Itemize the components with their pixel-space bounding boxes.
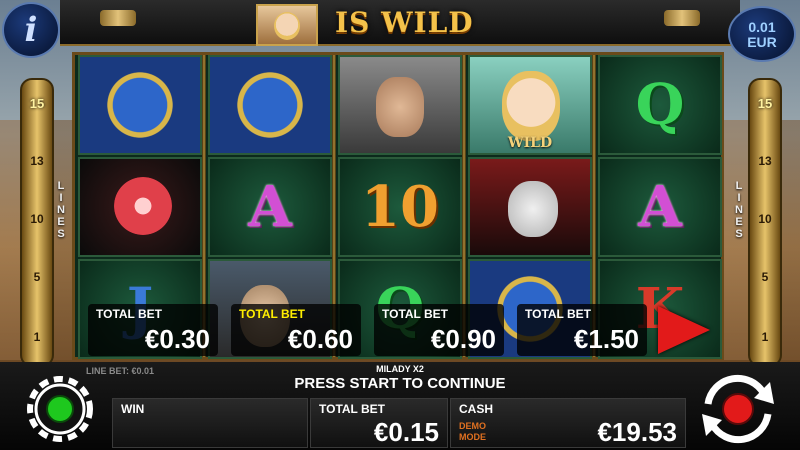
line-number[interactable]: 1	[22, 330, 52, 344]
rose-symbol	[78, 157, 202, 257]
trumpet-icon	[100, 10, 136, 26]
play-arrow-icon[interactable]	[658, 306, 710, 354]
info-button[interactable]: i	[2, 2, 60, 58]
jester-symbol	[468, 157, 592, 257]
cash-panel: CASH DEMO MODE €19.53	[450, 398, 686, 448]
total-bet-value: €0.15	[373, 417, 439, 447]
bet-option-label: TOTAL BET	[96, 307, 162, 321]
bet-option-value: €0.60	[287, 324, 353, 354]
bet-option-label: TOTAL BET	[525, 307, 591, 321]
demo-mode-badge: DEMO MODE	[459, 421, 486, 442]
line-number[interactable]: 1	[750, 330, 780, 344]
game-title: IS WILD	[335, 6, 474, 39]
bet-option-2[interactable]: TOTAL BET €0.90	[374, 304, 504, 356]
line-number[interactable]: 10	[22, 212, 52, 226]
lines-label: LINES	[735, 180, 743, 240]
bet-option-0[interactable]: TOTAL BET €0.30	[88, 304, 218, 356]
refresh-arrows-icon	[702, 374, 774, 444]
bet-option-1[interactable]: TOTAL BET €0.60	[231, 304, 361, 356]
lines-label: LINES	[57, 180, 65, 240]
total-bet-panel: TOTAL BET €0.15	[310, 398, 448, 448]
denomination-value: 0.01	[748, 19, 776, 35]
line-number[interactable]: 5	[22, 270, 52, 284]
horse-symbol	[208, 55, 332, 155]
line-number[interactable]: 15	[22, 96, 52, 111]
spin-button[interactable]	[690, 370, 786, 448]
bet-option-label: TOTAL BET	[382, 307, 448, 321]
line-number[interactable]: 10	[750, 212, 780, 226]
card-q-symbol: Q	[598, 55, 722, 155]
total-bet-label: TOTAL BET	[319, 402, 385, 416]
bet-option-value: €1.50	[573, 324, 639, 354]
wild-lady-symbol: WILD	[468, 55, 592, 155]
denomination-currency: EUR	[747, 34, 777, 50]
settings-button[interactable]	[20, 370, 100, 448]
info-icon: i	[24, 10, 38, 50]
card-10-symbol: 10	[338, 157, 462, 257]
knight-symbol	[338, 55, 462, 155]
wild-portrait-icon	[256, 4, 318, 46]
line-number[interactable]: 5	[750, 270, 780, 284]
horse-symbol	[78, 55, 202, 155]
win-panel: WIN	[112, 398, 308, 448]
trumpet-icon	[664, 10, 700, 26]
lines-indicator-right: 15 13 10 5 1	[748, 78, 782, 367]
bet-option-value: €0.90	[430, 324, 496, 354]
gear-icon	[27, 376, 93, 442]
card-a-symbol: A	[208, 157, 332, 257]
bet-option-value: €0.30	[144, 324, 210, 354]
bet-option-label: TOTAL BET	[239, 307, 305, 321]
card-a-symbol: A	[598, 157, 722, 257]
feature-name: MILADY X2	[376, 364, 424, 374]
lines-indicator-left: 15 13 10 5 1	[20, 78, 54, 367]
bet-option-3[interactable]: TOTAL BET €1.50	[517, 304, 647, 356]
cash-value: €19.53	[597, 417, 677, 447]
line-number[interactable]: 13	[750, 154, 780, 168]
status-message: PRESS START TO CONTINUE	[294, 375, 506, 392]
denomination-button[interactable]: 0.01 EUR	[728, 6, 796, 62]
cash-label: CASH	[459, 402, 494, 416]
win-label: WIN	[121, 402, 145, 416]
line-number[interactable]: 13	[22, 154, 52, 168]
line-number[interactable]: 15	[750, 96, 780, 111]
